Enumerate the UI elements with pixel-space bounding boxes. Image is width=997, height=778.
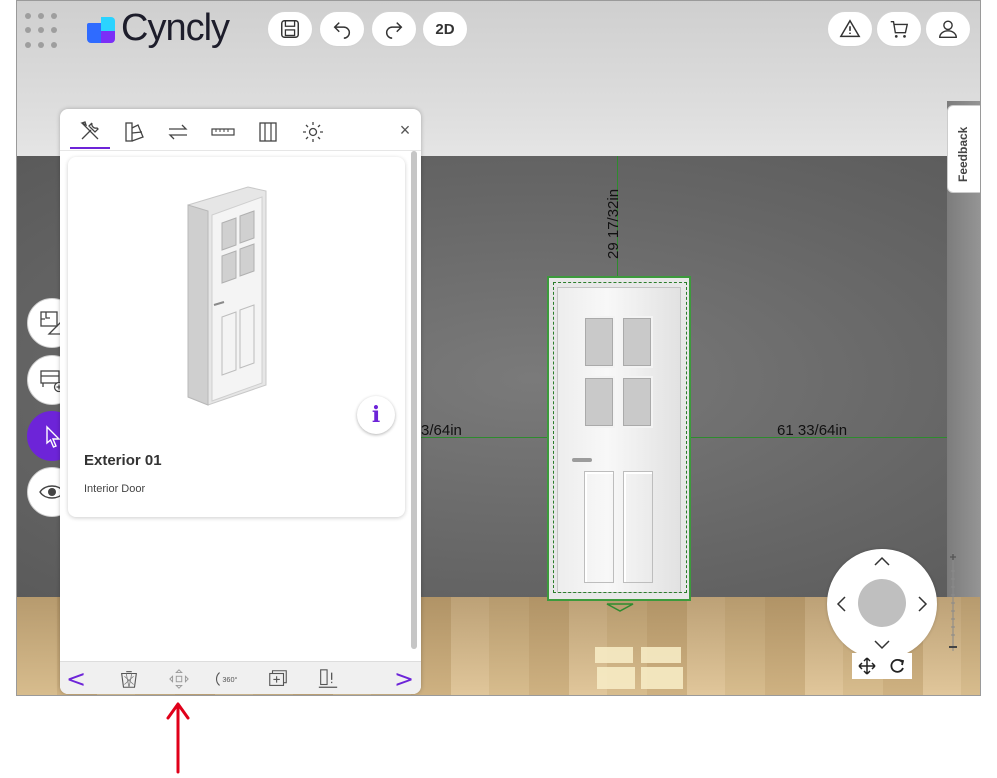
apps-menu-icon[interactable] <box>25 13 61 49</box>
floor-light-patch <box>597 667 635 689</box>
materials-tab-icon <box>125 122 144 142</box>
layout-tab-icon <box>259 122 277 142</box>
floor-light-patch <box>641 647 681 663</box>
app-viewport[interactable]: 29 17/32in 3/64in 61 33/64in Cyncly 2D F… <box>16 0 981 696</box>
navigator-center-button[interactable] <box>858 579 906 627</box>
tab-settings[interactable] <box>293 115 333 149</box>
zoom-slider[interactable] <box>947 551 957 651</box>
user-icon <box>939 20 957 38</box>
tools-tab-icon <box>80 121 99 140</box>
product-info-button[interactable]: i <box>357 396 395 434</box>
panel-close-button[interactable]: × <box>394 119 416 141</box>
product-category: Interior Door <box>84 483 146 495</box>
redo-icon <box>386 22 403 39</box>
zoom-scale <box>949 553 957 651</box>
nav-right-icon[interactable] <box>917 595 929 613</box>
dimension-label-left: 3/64in <box>421 422 462 439</box>
align-button[interactable] <box>314 666 342 692</box>
measure-tab-icon <box>211 128 235 136</box>
product-image: i <box>76 165 397 437</box>
product-card[interactable]: i Exterior 01 Interior Door <box>68 157 405 517</box>
door-thumbnail <box>187 186 267 406</box>
brand-logo: Cyncly <box>85 7 230 50</box>
delete-button[interactable] <box>115 666 143 692</box>
cart-button[interactable] <box>876 11 922 47</box>
delete-basket-icon <box>121 671 137 688</box>
orbit-icon[interactable] <box>888 657 906 675</box>
align-icon <box>318 669 338 688</box>
dimension-label-right: 61 33/64in <box>777 422 848 439</box>
product-title: Exterior 01 <box>84 452 162 469</box>
cart-icon <box>890 20 909 38</box>
svg-text:360°: 360° <box>222 675 237 684</box>
floor-light-patch <box>595 647 633 663</box>
rotate-360-icon: 360° <box>216 672 237 686</box>
brand-name: Cyncly <box>121 7 230 49</box>
navigator-mode-toolbar <box>852 653 912 679</box>
nav-down-icon[interactable] <box>873 639 891 651</box>
rotate-360-button[interactable]: 360° <box>212 666 240 692</box>
logo-mark-icon <box>85 13 117 45</box>
redo-button[interactable] <box>371 11 417 47</box>
feedback-tab[interactable]: Feedback <box>947 105 980 193</box>
door-selection-outline <box>553 282 687 593</box>
tab-measure[interactable] <box>203 115 243 149</box>
duplicate-button[interactable] <box>264 666 292 692</box>
panel-action-bar: < 360° > <box>60 661 421 694</box>
undo-icon <box>333 22 350 39</box>
tab-layout[interactable] <box>248 115 288 149</box>
scrollbar-thumb[interactable] <box>411 151 417 649</box>
undo-button[interactable] <box>319 11 365 47</box>
warning-icon <box>839 19 861 38</box>
view-2d-button[interactable]: 2D <box>422 11 468 47</box>
panel-scrollbar[interactable] <box>411 151 417 649</box>
duplicate-icon <box>269 670 287 686</box>
product-panel: × i Exterior 01 Interior Door < 360° > <box>60 109 421 694</box>
actions-next-button[interactable]: > <box>390 665 418 693</box>
camera-navigator[interactable] <box>827 549 937 659</box>
pan-icon[interactable] <box>858 657 876 675</box>
annotation-arrow-icon <box>166 702 190 774</box>
move-button[interactable] <box>165 666 193 692</box>
feedback-label: Feedback <box>956 126 970 182</box>
swap-tab-icon <box>168 124 188 140</box>
move-icon <box>169 669 189 689</box>
settings-tab-icon <box>303 122 323 142</box>
nav-up-icon[interactable] <box>873 555 891 567</box>
user-account-button[interactable] <box>925 11 971 47</box>
floor-light-patch <box>641 667 683 689</box>
save-icon <box>281 20 299 38</box>
save-button[interactable] <box>267 11 313 47</box>
panel-tabs: × <box>60 109 421 151</box>
dimension-label-top: 29 17/32in <box>605 188 622 259</box>
warnings-button[interactable] <box>827 11 873 47</box>
tab-swap[interactable] <box>158 115 198 149</box>
actions-prev-button[interactable]: < <box>62 665 90 693</box>
nav-left-icon[interactable] <box>835 595 847 613</box>
tab-tools[interactable] <box>70 115 110 149</box>
tab-materials[interactable] <box>115 115 155 149</box>
door-move-arrow-icon[interactable] <box>605 599 635 612</box>
